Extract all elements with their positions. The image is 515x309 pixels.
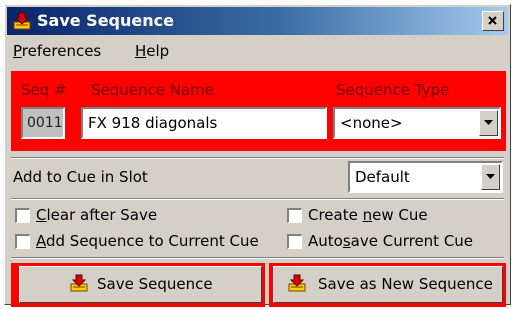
save-as-new-button-frame: Save as New Sequence <box>269 263 506 307</box>
title-bar[interactable]: Save Sequence <box>7 7 508 35</box>
sequence-name-input[interactable]: FX 918 diagonals <box>81 107 327 139</box>
save-as-new-sequence-button[interactable]: Save as New Sequence <box>273 266 503 303</box>
add-to-current-cue-checkbox[interactable]: Add Sequence to Current Cue <box>15 232 285 252</box>
sequence-details-panel: Seq # Sequence Name Sequence Type 0011 F… <box>11 71 506 151</box>
save-as-new-sequence-button-label: Save as New Sequence <box>318 275 493 293</box>
divider <box>11 198 504 200</box>
sequence-type-dropdown-button[interactable] <box>479 110 498 136</box>
checkbox-box[interactable] <box>15 234 30 249</box>
checkbox-label: Create new Cue <box>308 206 428 224</box>
save-sequence-icon <box>288 274 306 292</box>
save-sequence-icon <box>70 274 88 292</box>
menu-bar: Preferences Help <box>7 38 508 65</box>
autosave-current-cue-checkbox[interactable]: Autosave Current Cue <box>287 232 502 252</box>
close-icon <box>488 16 497 25</box>
divider <box>11 157 504 159</box>
chevron-down-icon <box>484 120 493 125</box>
menu-help[interactable]: Help <box>135 42 169 61</box>
cue-slot-label: Add to Cue in Slot <box>13 168 148 186</box>
seq-number-value: 0011 <box>27 115 63 131</box>
checkbox-box[interactable] <box>15 208 30 223</box>
sequence-name-header: Sequence Name <box>91 81 215 99</box>
checkbox-label: Clear after Save <box>36 206 158 224</box>
menu-preferences[interactable]: Preferences <box>13 42 101 61</box>
save-sequence-button-label: Save Sequence <box>97 275 213 293</box>
save-sequence-dialog: Save Sequence Preferences Help Seq # Seq… <box>4 4 511 307</box>
divider <box>11 257 504 259</box>
checkbox-box[interactable] <box>287 234 302 249</box>
save-sequence-button[interactable]: Save Sequence <box>19 266 262 303</box>
save-button-frame: Save Sequence <box>11 263 265 307</box>
sequence-type-header: Sequence Type <box>336 81 450 99</box>
cue-slot-value: Default <box>355 168 410 186</box>
seq-number-field: 0011 <box>21 107 65 139</box>
save-sequence-icon <box>13 12 31 30</box>
cue-slot-dropdown-button[interactable] <box>481 164 500 190</box>
create-new-cue-checkbox[interactable]: Create new Cue <box>287 206 502 226</box>
sequence-type-select[interactable]: <none> <box>333 107 501 139</box>
checkbox-label: Autosave Current Cue <box>308 232 474 250</box>
window-title: Save Sequence <box>37 11 174 30</box>
checkbox-label: Add Sequence to Current Cue <box>36 232 259 250</box>
cue-slot-select[interactable]: Default <box>348 161 503 193</box>
seq-number-header: Seq # <box>21 81 67 99</box>
sequence-type-value: <none> <box>340 114 403 132</box>
chevron-down-icon <box>486 174 495 179</box>
close-button[interactable] <box>482 11 504 31</box>
clear-after-save-checkbox[interactable]: Clear after Save <box>15 206 275 226</box>
checkbox-box[interactable] <box>287 208 302 223</box>
sequence-name-value: FX 918 diagonals <box>88 114 218 132</box>
